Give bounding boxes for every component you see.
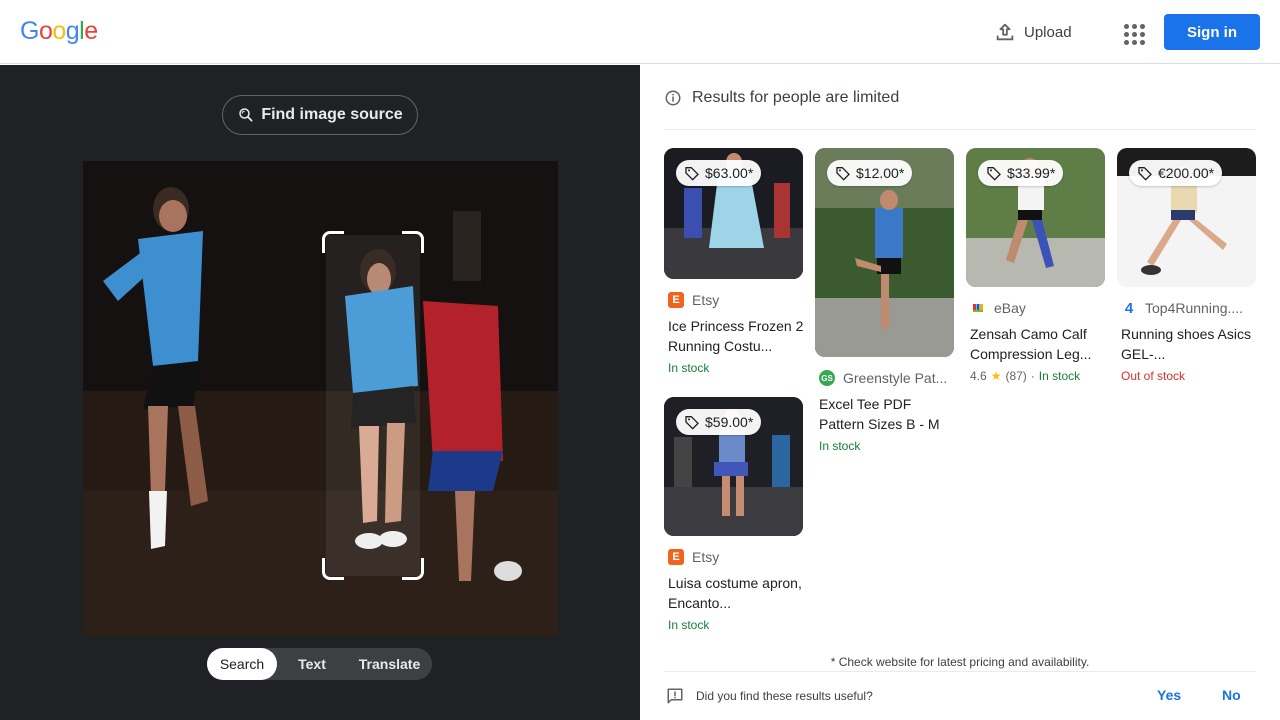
etsy-icon: E: [668, 292, 684, 308]
price-badge: $59.00*: [676, 409, 762, 435]
tab-text[interactable]: Text: [277, 648, 347, 680]
price-tag-icon: [1138, 167, 1152, 181]
source-name: Etsy: [692, 292, 720, 308]
selection-crop-box[interactable]: [322, 231, 424, 580]
result-title[interactable]: Zensah Camo Calf Compression Leg...: [970, 324, 1106, 364]
runners-photo: [83, 161, 558, 636]
tab-search[interactable]: Search: [207, 648, 277, 680]
lens-image-panel: Find image source Search Text Translate: [0, 65, 640, 720]
divider: [664, 671, 1256, 672]
price-tag-icon: [836, 167, 850, 181]
upload-label: Upload: [1024, 23, 1072, 41]
result-card[interactable]: $59.00* E Etsy Luisa costume apron, Enca…: [664, 397, 804, 632]
price-value: €200.00*: [1158, 165, 1215, 181]
price-badge: $12.00*: [827, 160, 913, 186]
price-tag-icon: [685, 416, 699, 430]
result-thumbnail[interactable]: $12.00*: [815, 148, 954, 357]
result-thumbnail[interactable]: $63.00*: [664, 148, 803, 279]
results-limited-notice: Results for people are limited: [664, 89, 899, 107]
source-name: Top4Running....: [1145, 300, 1244, 316]
result-card[interactable]: $33.99* eBay Zensah Camo Calf Compressio…: [966, 148, 1106, 383]
ebay-icon: [970, 300, 986, 316]
result-title[interactable]: Running shoes Asics GEL-...: [1121, 324, 1257, 364]
lens-mode-tabs: Search Text Translate: [207, 648, 432, 680]
etsy-icon: E: [668, 549, 684, 565]
star-icon: ★: [990, 369, 1002, 383]
price-badge: $63.00*: [676, 160, 762, 186]
crop-handle-bottom-left[interactable]: [322, 558, 344, 580]
find-image-source-button[interactable]: Find image source: [222, 95, 418, 135]
divider: [664, 129, 1256, 130]
feedback-prompt: Did you find these results useful?: [666, 687, 873, 705]
result-source: E Etsy: [668, 292, 804, 308]
google-logo[interactable]: Google: [20, 17, 98, 46]
rating-row: 4.6 ★ (87) · In stock: [970, 369, 1106, 383]
price-badge: $33.99*: [978, 160, 1064, 186]
result-source: eBay: [970, 300, 1106, 316]
top4running-icon: 4: [1121, 300, 1137, 316]
price-value: $33.99*: [1007, 165, 1056, 181]
result-thumbnail[interactable]: $33.99*: [966, 148, 1105, 287]
result-source: 4 Top4Running....: [1121, 300, 1257, 316]
source-name: Etsy: [692, 549, 720, 565]
price-value: $12.00*: [856, 165, 905, 181]
logo-letter: o: [52, 17, 66, 45]
results-limited-text: Results for people are limited: [692, 89, 900, 106]
feedback-question: Did you find these results useful?: [696, 689, 873, 703]
query-image[interactable]: [83, 161, 558, 636]
logo-letter: G: [20, 17, 39, 45]
lens-search-icon: [239, 108, 253, 122]
result-card[interactable]: $12.00* GS Greenstyle Pat... Excel Tee P…: [815, 148, 955, 453]
crop-handle-top-left[interactable]: [322, 231, 344, 253]
stock-status: Out of stock: [1121, 369, 1186, 383]
result-card[interactable]: €200.00* 4 Top4Running.... Running shoes…: [1117, 148, 1257, 383]
upload-icon: [996, 23, 1014, 41]
separator: ·: [1030, 369, 1035, 383]
feedback-yes-button[interactable]: Yes: [1157, 687, 1181, 703]
feedback-no-button[interactable]: No: [1222, 687, 1241, 703]
sign-in-button[interactable]: Sign in: [1164, 14, 1260, 50]
stock-status: In stock: [668, 618, 710, 632]
selection-area: [326, 235, 420, 576]
price-value: $63.00*: [705, 165, 754, 181]
upload-button[interactable]: Upload: [988, 16, 1078, 48]
source-name: Greenstyle Pat...: [843, 370, 948, 386]
find-image-source-label: Find image source: [261, 106, 403, 123]
result-source: E Etsy: [668, 549, 804, 565]
review-count: (87): [1005, 369, 1027, 383]
rating-value: 4.6: [970, 369, 987, 383]
stock-status: In stock: [668, 361, 710, 375]
logo-letter: o: [38, 17, 53, 45]
result-thumbnail[interactable]: $59.00*: [664, 397, 803, 536]
price-tag-icon: [685, 167, 699, 181]
pricing-footnote: * Check website for latest pricing and a…: [830, 655, 1090, 669]
logo-letter: e: [84, 17, 98, 45]
info-icon: [665, 90, 681, 106]
greenstyle-icon: GS: [819, 370, 835, 386]
stock-status: In stock: [819, 439, 861, 453]
stock-status: In stock: [1038, 369, 1081, 383]
tab-translate[interactable]: Translate: [347, 648, 432, 680]
result-thumbnail[interactable]: €200.00*: [1117, 148, 1256, 287]
result-title[interactable]: Luisa costume apron, Encanto...: [668, 573, 804, 613]
crop-handle-top-right[interactable]: [402, 231, 424, 253]
crop-handle-bottom-right[interactable]: [402, 558, 424, 580]
result-title[interactable]: Ice Princess Frozen 2 Running Costu...: [668, 316, 804, 356]
google-apps-button[interactable]: [1118, 18, 1146, 46]
price-badge: €200.00*: [1129, 160, 1223, 186]
result-source: GS Greenstyle Pat...: [819, 370, 955, 386]
feedback-icon: [667, 688, 683, 704]
result-card[interactable]: $63.00* E Etsy Ice Princess Frozen 2 Run…: [664, 148, 804, 375]
results-panel: Results for people are limited $63.00* E…: [640, 65, 1280, 720]
price-tag-icon: [987, 167, 1001, 181]
source-name: eBay: [994, 300, 1026, 316]
price-value: $59.00*: [705, 414, 754, 430]
top-bar: Google Upload Sign in: [0, 0, 1280, 64]
result-title[interactable]: Excel Tee PDF Pattern Sizes B - M: [819, 394, 955, 434]
logo-letter: g: [65, 17, 80, 45]
